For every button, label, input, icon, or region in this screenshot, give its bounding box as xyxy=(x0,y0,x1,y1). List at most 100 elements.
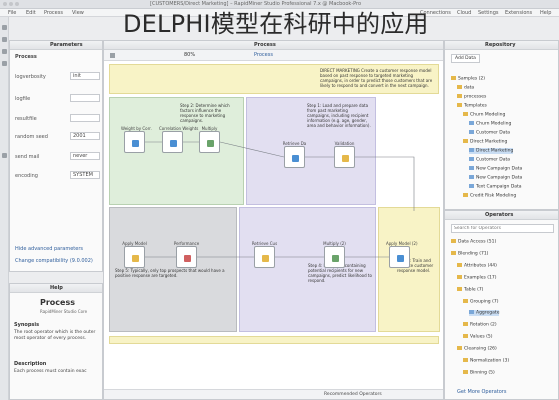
repository-header: Repository xyxy=(445,41,558,50)
operator-group[interactable]: Grouping (7) xyxy=(463,299,498,305)
repo-item[interactable]: Churn Modeling xyxy=(469,121,511,127)
param-label: send mail xyxy=(15,154,40,160)
repo-item[interactable]: Samples (2) xyxy=(451,76,485,82)
operators-panel: Operators Data Access (51) Blending (71)… xyxy=(444,210,559,400)
operator-label: Retrieve Cus xyxy=(251,241,278,246)
param-input[interactable]: 2001 xyxy=(70,132,100,140)
repo-item[interactable]: Customer Data xyxy=(469,157,510,163)
repo-item[interactable]: Direct Marketing xyxy=(463,139,507,145)
settings-icon[interactable] xyxy=(2,153,7,158)
help-title: Help xyxy=(50,285,63,291)
operator-label: Performance xyxy=(173,241,200,246)
repo-item[interactable]: processes xyxy=(457,94,486,100)
operator-apply-model[interactable]: Apply Model xyxy=(122,241,147,268)
operator-label: Apply Model xyxy=(122,241,147,246)
operator-icon xyxy=(170,140,177,147)
back-icon[interactable] xyxy=(110,53,115,58)
help-description: Each process must contain exac xyxy=(14,369,87,374)
operator-group[interactable]: Examples (17) xyxy=(457,275,497,281)
repo-item[interactable]: New Campaign Data xyxy=(469,166,522,172)
menu-help[interactable]: Help xyxy=(540,10,551,16)
repo-item[interactable]: Credit Risk Modeling xyxy=(463,193,516,199)
repo-item-selected[interactable]: Direct Marketing xyxy=(469,148,514,154)
open-icon[interactable] xyxy=(2,37,7,42)
note-text: Step 2: Determine which factors influenc… xyxy=(180,103,230,123)
compatibility-link[interactable]: Change compatibility (9.0.002) xyxy=(15,258,93,264)
operator-label: Correlation Weights xyxy=(159,126,199,131)
operator-retrieve-customers[interactable]: Retrieve Cus xyxy=(252,241,277,268)
zone-scoring: Step 4: Load data containing potential r… xyxy=(239,207,376,332)
recommended-bar: Recommended Operators xyxy=(104,389,443,399)
operator-label: Retrieve Da xyxy=(282,141,307,146)
menu-view[interactable]: View xyxy=(72,10,84,16)
operator-icon xyxy=(342,155,349,162)
repo-item[interactable]: Churn Modeling xyxy=(463,112,505,118)
left-toolbar xyxy=(0,17,9,400)
repo-item[interactable]: Text Campaign Data xyxy=(469,184,522,190)
operator-item-selected[interactable]: Aggregate xyxy=(469,310,500,316)
param-input[interactable] xyxy=(70,114,100,122)
process-toolbar: 80% Process xyxy=(104,50,443,61)
save-icon[interactable] xyxy=(2,49,7,54)
operator-multiply-2[interactable]: Multiply (2) xyxy=(323,241,346,268)
operator-icon xyxy=(397,255,404,262)
footer-note xyxy=(109,336,439,344)
operator-group[interactable]: Data Access (51) xyxy=(451,239,496,245)
param-input[interactable] xyxy=(70,94,100,102)
param-label: random seed xyxy=(15,134,48,140)
repo-item[interactable]: data xyxy=(457,85,474,91)
operator-group[interactable]: Rotation (2) xyxy=(463,322,497,328)
parameters-title: Parameters xyxy=(50,42,83,48)
operator-validation[interactable]: Validation xyxy=(334,141,355,168)
menu-file[interactable]: File xyxy=(8,10,16,16)
operator-weight-by-corr[interactable]: Weight by Corr. xyxy=(121,126,152,153)
param-select[interactable]: SYSTEM xyxy=(70,171,100,179)
repo-item[interactable]: Templates xyxy=(457,103,487,109)
operator-retrieve[interactable]: Retrieve Da xyxy=(283,141,306,168)
operator-group[interactable]: Table (7) xyxy=(457,287,483,293)
menu-edit[interactable]: Edit xyxy=(26,10,36,16)
get-more-operators-link[interactable]: Get More Operators xyxy=(457,389,506,395)
operator-group[interactable]: Normalization (3) xyxy=(463,358,509,364)
zoom-level[interactable]: 80% xyxy=(184,52,195,58)
operator-icon xyxy=(207,140,214,147)
operator-label: Multiply (2) xyxy=(323,241,346,246)
hide-advanced-link[interactable]: Hide advanced parameters xyxy=(15,246,83,252)
param-label: logverbosity xyxy=(15,74,46,80)
help-operator-name: Process xyxy=(40,298,75,307)
menu-process[interactable]: Process xyxy=(44,10,63,16)
breadcrumb[interactable]: Process xyxy=(254,52,273,58)
operator-correlation[interactable]: Correlation Weights xyxy=(159,126,198,153)
operator-group[interactable]: Blending (71) xyxy=(451,251,488,257)
operator-search-input[interactable] xyxy=(451,224,554,233)
operator-label: Validation xyxy=(334,141,355,146)
window-controls[interactable] xyxy=(3,2,19,6)
add-data-button[interactable]: Add Data xyxy=(451,54,480,63)
operator-group[interactable]: Values (5) xyxy=(463,334,493,340)
operators-header: Operators xyxy=(445,211,558,220)
note-text: Step 1: Load and prepare data from past … xyxy=(307,103,371,128)
menu-cloud[interactable]: Cloud xyxy=(457,10,471,16)
operator-label: Apply Model (2) xyxy=(386,241,418,246)
repository-panel: Repository Add Data Samples (2) data pro… xyxy=(444,40,559,210)
menu-extensions[interactable]: Extensions xyxy=(505,10,532,16)
operator-group[interactable]: Binning (5) xyxy=(463,370,495,376)
run-icon[interactable] xyxy=(2,61,7,66)
repository-title: Repository xyxy=(485,42,516,48)
operator-performance[interactable]: Performance xyxy=(174,241,199,268)
process-canvas[interactable]: DIRECT MARKETING Create a customer respo… xyxy=(104,61,443,399)
param-select[interactable]: init xyxy=(70,72,100,80)
operator-group[interactable]: Attributes (44) xyxy=(457,263,497,269)
parameters-process-label: Process xyxy=(15,54,37,60)
param-select[interactable]: never xyxy=(70,152,100,160)
operator-group[interactable]: Cleansing (26) xyxy=(457,346,497,352)
parameters-panel: Parameters Process logverbosity init log… xyxy=(9,40,103,272)
repo-item[interactable]: New Campaign Data xyxy=(469,175,522,181)
menu-settings[interactable]: Settings xyxy=(478,10,499,16)
operator-multiply[interactable]: Multiply xyxy=(199,126,220,153)
operator-label: Weight by Corr. xyxy=(121,126,152,131)
repo-item[interactable]: Customer Data xyxy=(469,130,510,136)
new-process-icon[interactable] xyxy=(2,25,7,30)
operator-apply-model-2[interactable]: Apply Model (2) xyxy=(386,241,418,268)
process-title: Process xyxy=(254,42,276,48)
